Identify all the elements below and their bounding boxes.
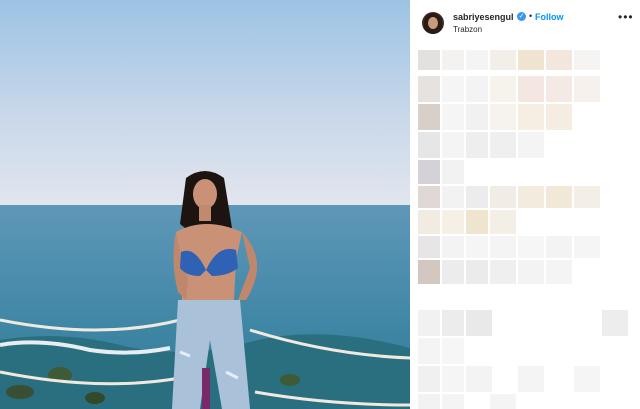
- location-link[interactable]: Trabzon: [453, 25, 482, 34]
- comments-area-pixelated: [416, 44, 634, 409]
- post-image[interactable]: [0, 0, 410, 409]
- username-link[interactable]: sabriyesengul: [453, 12, 514, 22]
- separator-dot: •: [529, 11, 533, 21]
- follow-button[interactable]: Follow: [535, 12, 564, 22]
- more-options-icon[interactable]: •••: [618, 10, 634, 24]
- avatar[interactable]: [422, 12, 444, 34]
- post-header: sabriyesengul ✓ • Follow Trabzon •••: [410, 0, 640, 44]
- verified-badge-icon: ✓: [517, 12, 526, 21]
- post-sidebar: sabriyesengul ✓ • Follow Trabzon •••: [410, 0, 640, 409]
- beach-photo: [0, 0, 410, 409]
- avatar-face: [428, 17, 438, 29]
